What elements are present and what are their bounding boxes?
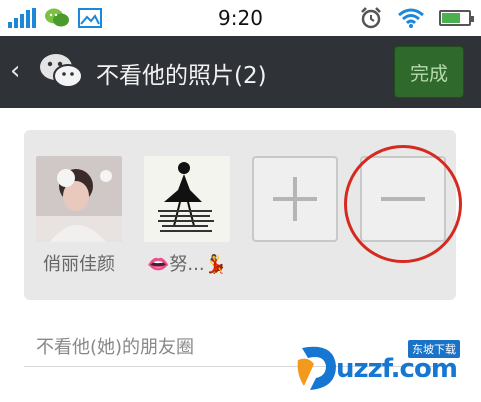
add-member-button[interactable] xyxy=(252,156,338,242)
title-bar: ‹ 不看他的照片(2) 完成 xyxy=(0,36,481,108)
page-title: 不看他的照片(2) xyxy=(96,63,267,89)
avatar xyxy=(36,156,122,242)
member-name: 👄努...💃 xyxy=(147,254,227,275)
status-bar: 9:20 xyxy=(0,0,481,36)
member-name: 俏丽佳颜 xyxy=(43,254,115,275)
highlight-circle xyxy=(344,145,462,263)
status-right-icons xyxy=(359,5,474,31)
alarm-icon xyxy=(361,7,381,29)
watermark: uzzf.com 东坡下载 xyxy=(296,336,476,396)
done-button[interactable]: 完成 xyxy=(394,46,464,98)
member-item[interactable]: 👄努...💃 xyxy=(144,156,230,276)
battery-icon xyxy=(439,10,474,26)
wechat-logo-icon xyxy=(40,54,83,88)
avatar xyxy=(144,156,230,242)
watermark-text: uzzf.com xyxy=(336,354,458,384)
member-item[interactable]: 俏丽佳颜 xyxy=(36,156,122,276)
chevron-left-icon[interactable]: ‹ xyxy=(10,56,20,86)
section-label: 不看他(她)的朋友圈 xyxy=(36,337,195,358)
watermark-logo-icon xyxy=(297,346,336,390)
plus-icon xyxy=(273,177,317,221)
battery-fill xyxy=(442,13,461,23)
watermark-badge: 东坡下载 xyxy=(408,340,460,358)
wifi-icon xyxy=(398,8,424,28)
